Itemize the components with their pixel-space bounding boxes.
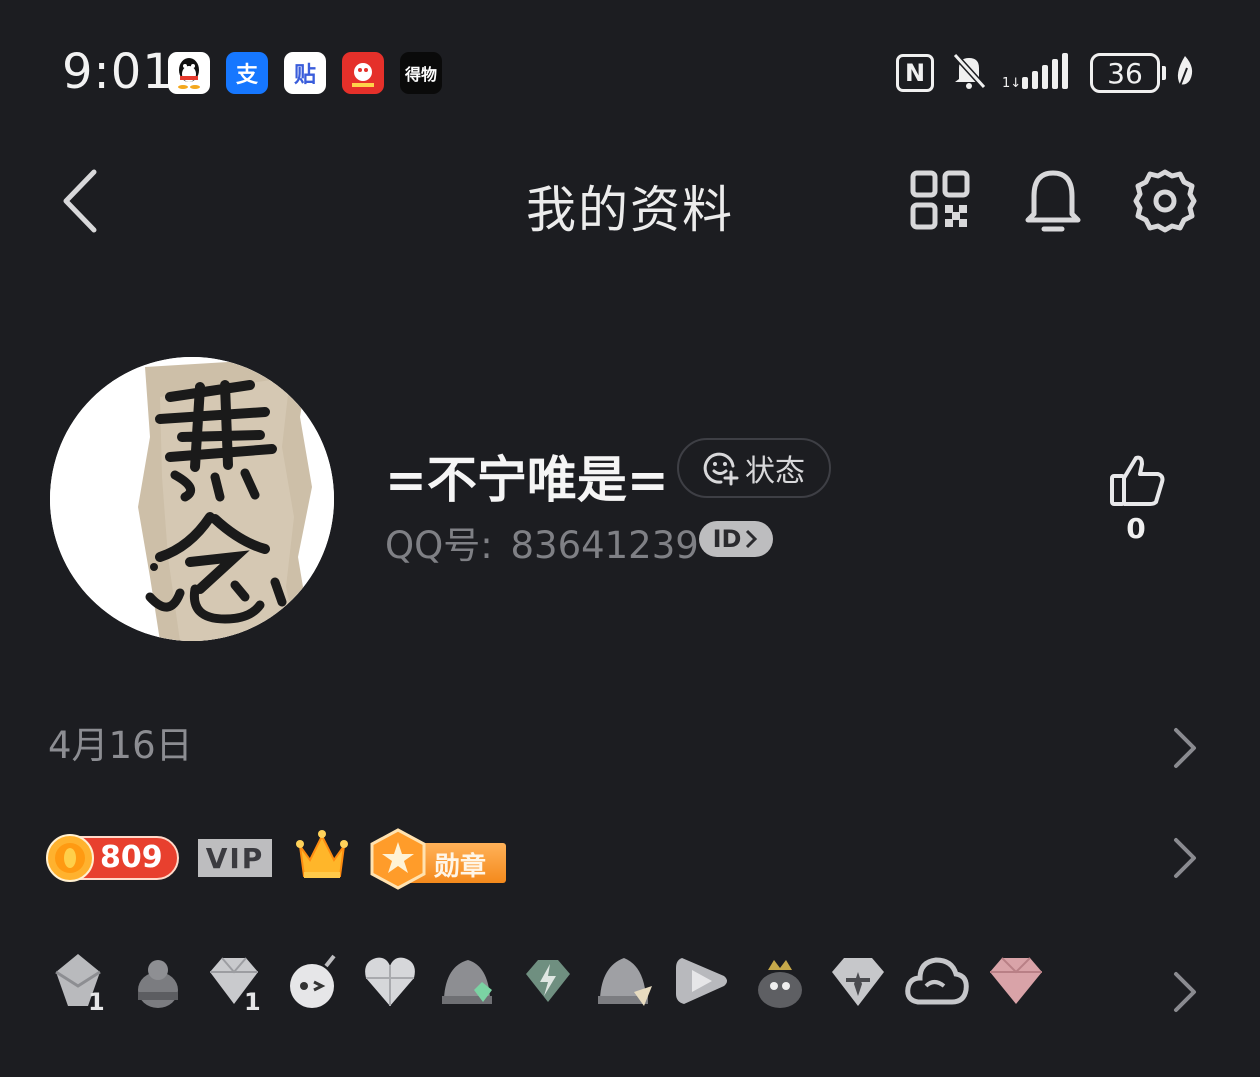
green-gem-hat-icon	[438, 950, 498, 1012]
svg-text:1: 1	[244, 988, 261, 1012]
leaf-icon	[1174, 54, 1196, 92]
service-icons-chevron	[1170, 970, 1200, 1018]
qq-icon	[168, 52, 210, 94]
coin-icon	[46, 833, 94, 887]
star-gem-icon	[828, 950, 888, 1012]
status-time: 9:01	[62, 44, 174, 100]
battery-icon: 36	[1090, 53, 1166, 93]
gray-hat-icon	[594, 950, 654, 1012]
status-indicators: N 1↓ 36	[896, 48, 1196, 98]
id-badge[interactable]: ID	[699, 521, 773, 557]
bell-icon	[1025, 170, 1081, 232]
nfc-icon: N	[896, 54, 934, 92]
mole-hat-icon	[128, 950, 188, 1012]
qr-code-icon	[910, 170, 970, 230]
mute-icon	[950, 51, 988, 95]
settings-button[interactable]	[1132, 168, 1198, 234]
crown-icon	[294, 828, 350, 888]
like-count: 0	[1126, 512, 1146, 545]
notifications-button[interactable]	[1022, 168, 1084, 234]
avatar[interactable]	[50, 357, 334, 641]
privileges-chevron	[1170, 836, 1200, 884]
privileges-row[interactable]	[0, 815, 1260, 905]
vip-badge: VIP	[198, 839, 272, 877]
alipay-icon: 支	[226, 52, 268, 94]
svg-text:1↓: 1↓	[1002, 76, 1021, 91]
video-play-icon	[672, 950, 732, 1012]
cloud-icon	[904, 950, 969, 1012]
diamond-level-icon: 1	[204, 950, 264, 1016]
heart-gem-icon	[360, 950, 420, 1012]
pink-diamond-icon	[986, 950, 1046, 1012]
news-app-icon	[342, 52, 384, 94]
qq-number: 83641239	[510, 524, 699, 567]
chevron-right-icon	[1174, 838, 1196, 878]
status-label: 状态	[745, 454, 805, 489]
lightning-gem-icon	[518, 950, 578, 1012]
level-penguin-icon: 1	[48, 950, 108, 1016]
gear-icon	[1133, 169, 1197, 233]
id-badge-label: ID	[712, 525, 742, 553]
birthday-chevron	[1170, 726, 1200, 774]
qq-label: QQ号:	[385, 524, 493, 567]
chevron-right-icon	[746, 529, 758, 549]
nickname: =不宁唯是=	[385, 451, 669, 509]
crowned-penguin-icon	[752, 950, 812, 1012]
battery-level: 36	[1090, 53, 1160, 93]
medal-star-icon	[368, 828, 428, 894]
chevron-right-icon	[1174, 728, 1196, 768]
avatar-image	[50, 357, 334, 641]
coin-value: 809	[100, 840, 163, 875]
smiley-add-icon	[703, 452, 739, 486]
qr-code-button[interactable]	[910, 170, 970, 230]
bomb-face-icon	[284, 950, 344, 1012]
birthday-text: 4月16日	[48, 724, 193, 767]
signal-icon: 1↓	[1002, 51, 1074, 95]
thumbs-up-icon	[1110, 455, 1165, 506]
svg-text:1: 1	[88, 988, 105, 1012]
dewu-icon: 得物	[400, 52, 442, 94]
chevron-right-icon	[1174, 972, 1196, 1012]
tieba-icon: 贴	[284, 52, 326, 94]
like-button[interactable]	[1108, 452, 1166, 508]
medal-label: 勋章	[434, 852, 487, 882]
qq-number-line[interactable]: QQ号: 83641239	[385, 515, 699, 569]
status-button[interactable]: 状态	[677, 438, 831, 498]
